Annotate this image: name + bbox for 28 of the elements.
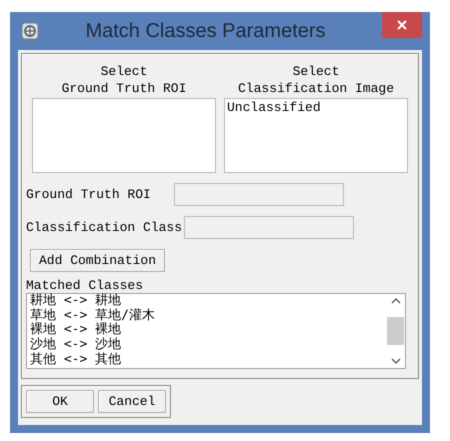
window-title: Match Classes Parameters — [84, 20, 327, 42]
scroll-thumb[interactable] — [387, 317, 404, 345]
field-label: Ground Truth ROI — [26, 187, 151, 202]
matched-class-item[interactable]: 裸地 <-> 裸地 — [30, 323, 122, 338]
close-button[interactable] — [382, 12, 422, 38]
app-icon — [21, 22, 39, 40]
list-label: Classification Image — [238, 80, 394, 97]
matched-classes-list[interactable]: 耕地 <-> 耕地 草地 <-> 草地/灌木 裸地 <-> 裸地 沙地 <-> 沙地 其他 <-> 其他 — [26, 293, 406, 369]
matched-class-item[interactable]: 沙地 <-> 沙地 — [30, 338, 122, 353]
list-item[interactable]: Unclassified — [227, 100, 405, 115]
add-combination-button[interactable]: Add Combination — [30, 249, 166, 272]
input-field[interactable] — [184, 216, 354, 239]
list-label: Select — [100, 63, 148, 80]
list-label: Ground Truth ROI — [62, 80, 186, 97]
list-box[interactable]: Unclassified — [224, 98, 408, 173]
scroll-down-icon[interactable] — [390, 358, 400, 364]
list-box[interactable] — [32, 98, 216, 173]
input-field[interactable] — [174, 183, 344, 206]
matched-class-item[interactable]: 耕地 <-> 耕地 — [30, 294, 122, 309]
matched-classes-label: Matched Classes — [26, 278, 144, 293]
scroll-up-icon[interactable] — [390, 298, 400, 304]
cancel-button[interactable]: Cancel — [98, 390, 166, 413]
close-icon — [397, 20, 407, 30]
ok-button[interactable]: OK — [26, 390, 94, 413]
matched-class-item[interactable]: 其他 <-> 其他 — [30, 352, 122, 368]
list-label: Select — [292, 63, 340, 80]
matched-class-item[interactable]: 草地 <-> 草地/灌木 — [30, 308, 155, 324]
field-label: Classification Class — [26, 220, 182, 235]
